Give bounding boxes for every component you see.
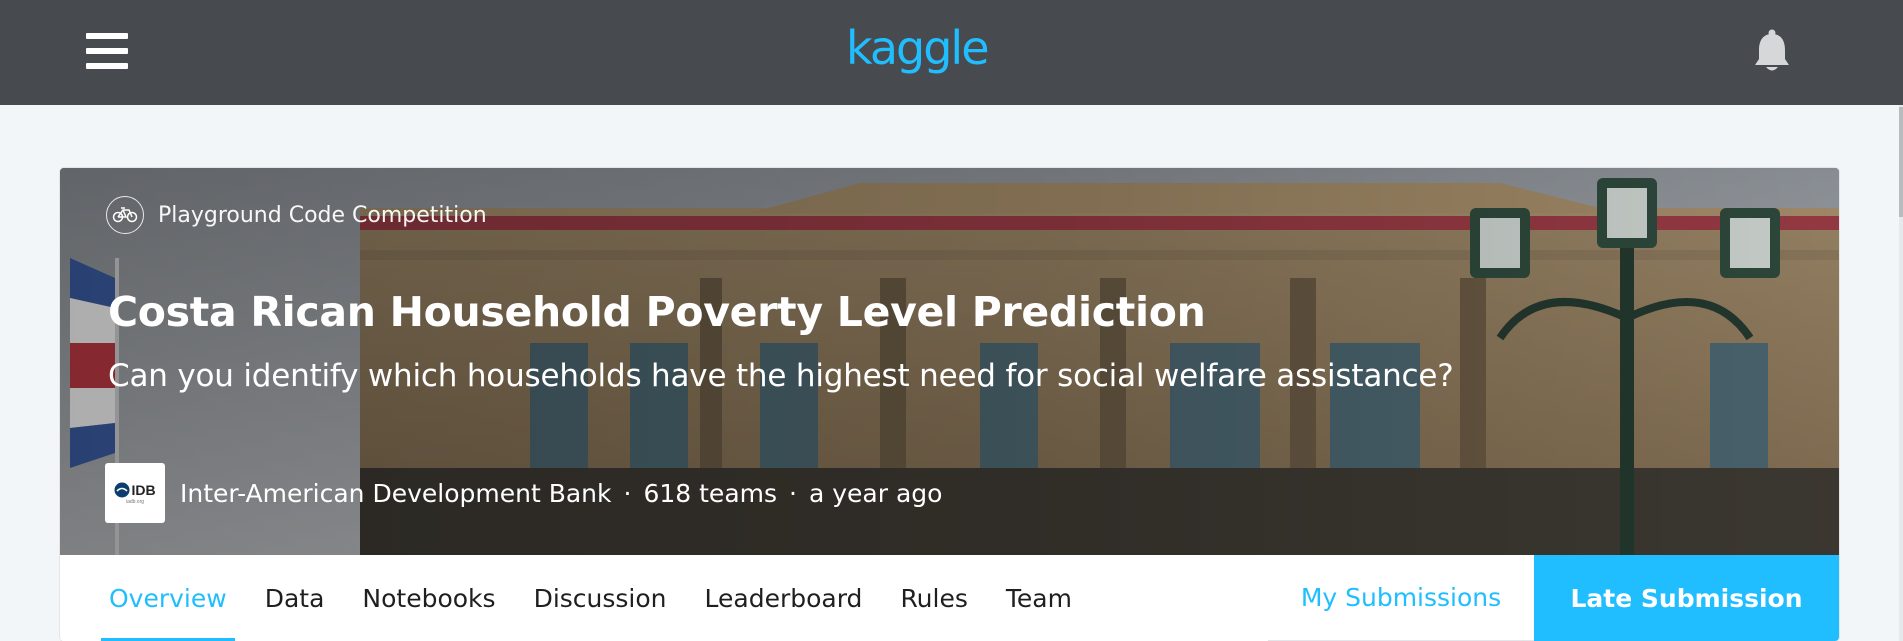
competition-category-badge: Playground Code Competition — [106, 195, 487, 235]
meta-separator: · — [789, 478, 797, 508]
idb-globe-icon — [114, 482, 130, 497]
competition-subtitle: Can you identify which households have t… — [108, 358, 1454, 394]
page-scrollbar[interactable] — [1899, 105, 1903, 641]
competition-tab-bar: Overview Data Notebooks Discussion Leade… — [60, 555, 1839, 641]
competition-card: Playground Code Competition Costa Rican … — [60, 168, 1839, 641]
my-submissions-link[interactable]: My Submissions — [1268, 555, 1534, 641]
late-submission-button[interactable]: Late Submission — [1534, 555, 1839, 641]
host-logo-text: IDB — [131, 481, 156, 498]
tab-overview[interactable]: Overview — [101, 555, 235, 641]
competition-category-label: Playground Code Competition — [158, 202, 487, 228]
tab-notebooks[interactable]: Notebooks — [354, 555, 503, 641]
bell-icon[interactable] — [1752, 28, 1792, 74]
top-navigation-bar: kaggle — [0, 0, 1903, 105]
bicycle-icon — [106, 196, 144, 234]
tab-leaderboard[interactable]: Leaderboard — [697, 555, 871, 641]
host-logo[interactable]: IDB iadb.org — [105, 463, 165, 523]
competition-header-banner: Playground Code Competition Costa Rican … — [60, 168, 1839, 555]
host-logo-subtext: iadb.org — [125, 498, 145, 505]
competition-meta: IDB iadb.org Inter-American Development … — [105, 463, 942, 523]
teams-count: 618 teams — [643, 478, 778, 508]
competition-title: Costa Rican Household Poverty Level Pred… — [108, 288, 1206, 336]
tab-team[interactable]: Team — [998, 555, 1080, 641]
hamburger-menu-icon[interactable] — [86, 33, 128, 69]
tab-data[interactable]: Data — [257, 555, 333, 641]
host-name-link[interactable]: Inter-American Development Bank — [180, 479, 612, 508]
meta-separator: · — [623, 478, 632, 508]
competition-age: a year ago — [808, 478, 943, 508]
tab-discussion[interactable]: Discussion — [526, 555, 675, 641]
competition-tabs: Overview Data Notebooks Discussion Leade… — [101, 555, 1102, 641]
tab-rules[interactable]: Rules — [892, 555, 975, 641]
kaggle-logo[interactable]: kaggle — [846, 18, 990, 78]
